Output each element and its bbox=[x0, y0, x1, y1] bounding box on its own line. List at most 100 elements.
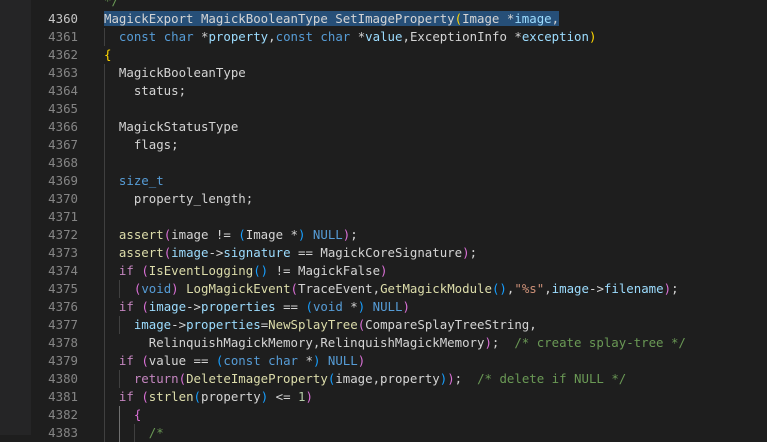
code-token: property bbox=[208, 29, 269, 44]
code-line[interactable]: 4380 return(DeleteImageProperty(image,pr… bbox=[0, 370, 767, 388]
code-line[interactable]: 4377 image->properties=NewSplayTree(Comp… bbox=[0, 316, 767, 334]
code-text: MagickBooleanType bbox=[104, 64, 246, 82]
code-token: signature bbox=[223, 245, 291, 260]
code-line[interactable]: 4371 bbox=[0, 208, 767, 226]
code-line[interactable]: 4370 property_length; bbox=[0, 190, 767, 208]
line-number: 4361 bbox=[48, 29, 78, 44]
line-number: 4362 bbox=[48, 47, 78, 62]
line-number: 4360 bbox=[48, 11, 78, 26]
code-text: image->properties=NewSplayTree(CompareSp… bbox=[104, 316, 537, 334]
code-token: assert bbox=[118, 245, 164, 260]
code-token: properties bbox=[186, 317, 261, 332]
code-token: const bbox=[118, 29, 157, 44]
code-token: ) bbox=[484, 335, 492, 350]
code-line[interactable]: 4361 const char *property,const char *va… bbox=[0, 28, 767, 46]
code-token: <= bbox=[268, 389, 299, 404]
code-token: status; bbox=[104, 83, 187, 98]
code-token: flags; bbox=[104, 137, 179, 152]
code-token: DeleteImageProperty bbox=[186, 371, 328, 386]
code-token: exception bbox=[521, 29, 589, 44]
code-token: char bbox=[268, 353, 299, 368]
code-text: */ bbox=[104, 0, 119, 10]
line-number: 4369 bbox=[48, 173, 78, 188]
code-text: { bbox=[104, 406, 141, 424]
code-token: ) bbox=[402, 299, 410, 314]
code-token: filename bbox=[603, 281, 664, 296]
code-line[interactable]: 4382 { bbox=[0, 406, 767, 424]
code-text: MagickStatusType bbox=[104, 118, 238, 136]
line-number: 4372 bbox=[48, 227, 78, 242]
line-number: 4382 bbox=[48, 407, 78, 422]
code-line[interactable]: 4379 if (value == (const char *) NULL) bbox=[0, 352, 767, 370]
code-line[interactable]: 4381 if (strlen(property) <= 1) bbox=[0, 388, 767, 406]
selected-token: , bbox=[551, 11, 560, 26]
line-number: 4364 bbox=[48, 83, 78, 98]
code-line[interactable]: 4383 /* bbox=[0, 424, 767, 442]
code-line[interactable]: 4367 flags; bbox=[0, 136, 767, 154]
code-token: TraceEvent, bbox=[298, 281, 381, 296]
code-line[interactable]: 4378 RelinquishMagickMemory,RelinquishMa… bbox=[0, 334, 767, 352]
code-token: ( bbox=[290, 281, 298, 296]
selected-token: Image bbox=[462, 11, 507, 26]
code-token: , bbox=[268, 29, 276, 44]
code-token: * bbox=[298, 353, 313, 368]
code-text: flags; bbox=[104, 136, 179, 154]
code-line[interactable]: */ bbox=[0, 0, 767, 10]
selected-token: image bbox=[514, 11, 552, 26]
code-token: NewSplayTree bbox=[268, 317, 358, 332]
code-editor[interactable]: */ 4360 MagickExport MagickBooleanType Set… bbox=[0, 0, 767, 442]
code-token: image bbox=[148, 299, 187, 314]
code-text: assert(image != (Image *) NULL); bbox=[104, 226, 358, 244]
line-number: 4379 bbox=[48, 353, 78, 368]
line-number: 4381 bbox=[48, 389, 78, 404]
indent-guide bbox=[104, 100, 105, 118]
code-line[interactable]: 4375 (void) LogMagickEvent(TraceEvent,Ge… bbox=[0, 280, 767, 298]
code-line[interactable]: 4372 assert(image != (Image *) NULL); bbox=[0, 226, 767, 244]
code-token: ; bbox=[350, 227, 358, 242]
code-text: const char *property,const char *value,E… bbox=[104, 28, 597, 46]
code-token: ( bbox=[238, 227, 246, 242]
code-line[interactable]: 4360 MagickExport MagickBooleanType SetIm… bbox=[0, 10, 767, 28]
code-line[interactable]: 4366 MagickStatusType bbox=[0, 118, 767, 136]
line-number: 4380 bbox=[48, 371, 78, 386]
code-line[interactable]: 4362 { bbox=[0, 46, 767, 64]
line-number: 4371 bbox=[48, 209, 78, 224]
code-token: char bbox=[320, 29, 351, 44]
code-token: value == bbox=[148, 353, 216, 368]
code-token: ) bbox=[663, 281, 672, 296]
code-text: MagickExport MagickBooleanType SetImageP… bbox=[104, 10, 560, 28]
code-token: void bbox=[312, 299, 343, 314]
line-number: 4368 bbox=[48, 155, 78, 170]
code-line[interactable]: 4363 MagickBooleanType bbox=[0, 64, 767, 82]
code-line[interactable]: 4364 status; bbox=[0, 82, 767, 100]
code-token: ( bbox=[141, 263, 149, 278]
code-line[interactable]: 4369 size_t bbox=[0, 172, 767, 190]
code-line[interactable]: 4368 bbox=[0, 154, 767, 172]
code-line[interactable]: 4365 bbox=[0, 100, 767, 118]
code-text: RelinquishMagickMemory,RelinquishMagickM… bbox=[104, 334, 686, 352]
code-token: ) bbox=[171, 281, 179, 296]
line-number: 4375 bbox=[48, 281, 78, 296]
selected-token: MagickExport MagickBooleanType SetImageP… bbox=[104, 11, 455, 26]
code-token: ; bbox=[469, 245, 478, 260]
code-token: */ bbox=[104, 0, 119, 8]
code-text: if (value == (const char *) NULL) bbox=[104, 352, 365, 370]
code-token: { bbox=[133, 407, 142, 422]
code-token: ( bbox=[305, 299, 313, 314]
code-token: ) bbox=[380, 263, 388, 278]
code-line[interactable]: 4374 if (IsEventLogging() != MagickFalse… bbox=[0, 262, 767, 280]
code-line[interactable]: 4376 if (image->properties == (void *) N… bbox=[0, 298, 767, 316]
code-token: image bbox=[551, 281, 589, 296]
code-token: ( bbox=[141, 353, 149, 368]
code-line[interactable]: 4373 assert(image->signature == MagickCo… bbox=[0, 244, 767, 262]
code-token: image bbox=[133, 317, 172, 332]
code-token: ) bbox=[447, 371, 455, 386]
